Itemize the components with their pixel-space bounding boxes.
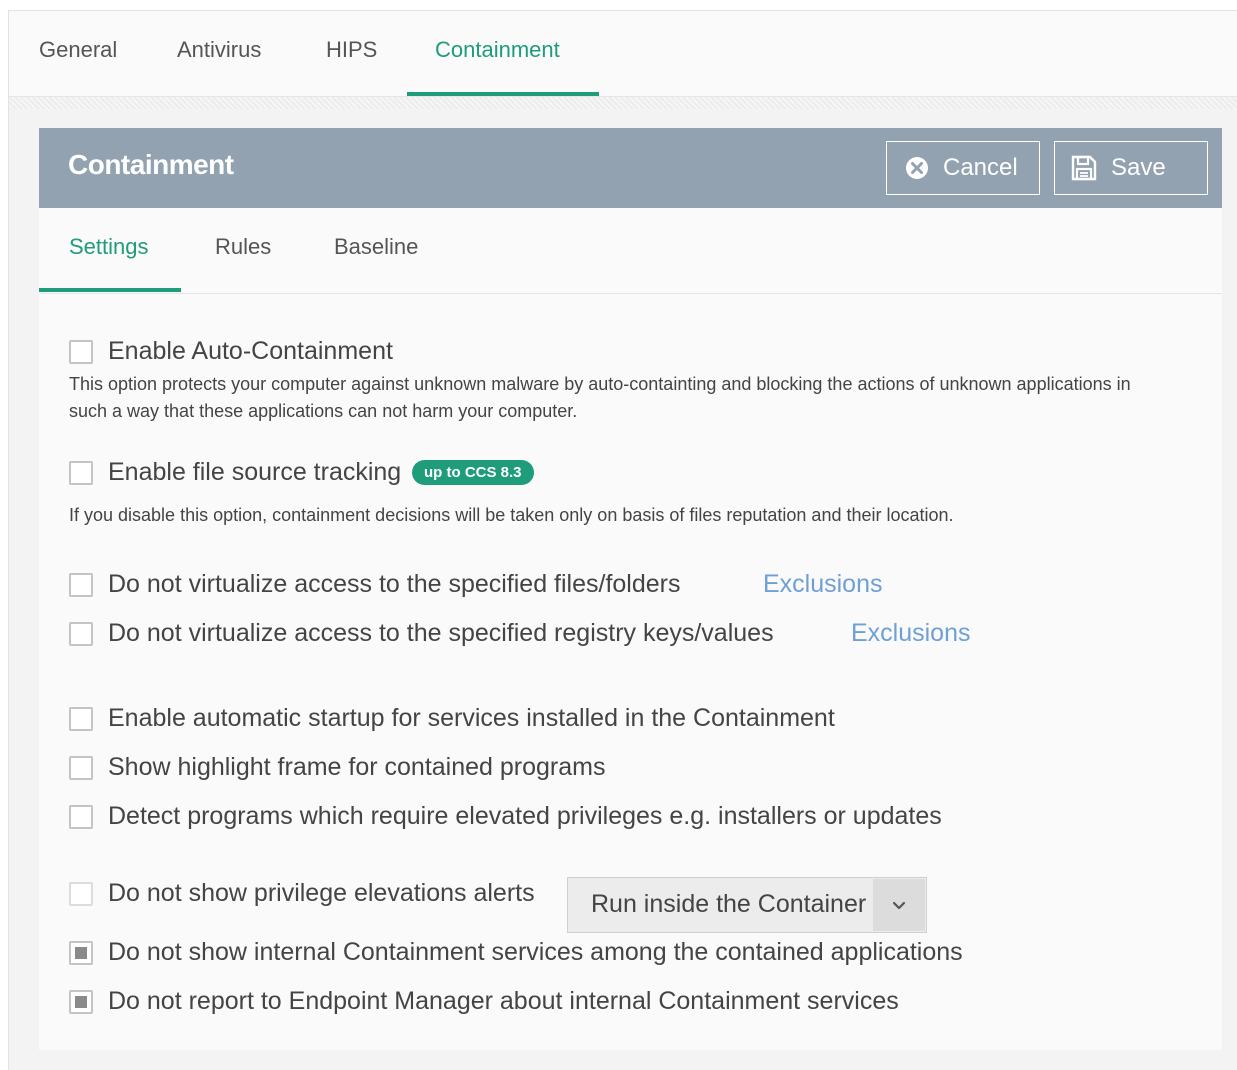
files-exclusions-link[interactable]: Exclusions <box>763 570 883 599</box>
policy-window: General Antivirus HIPS Containment Conta… <box>8 10 1237 1070</box>
privilege-action-value: Run inside the Container <box>591 890 867 918</box>
tab-baseline[interactable]: Baseline <box>334 234 418 260</box>
auto-startup-services-label: Enable automatic startup for services in… <box>108 704 835 732</box>
panel-title: Containment <box>68 149 234 180</box>
no-virtualize-files-checkbox[interactable] <box>69 573 93 597</box>
auto-startup-services-checkbox[interactable] <box>69 707 93 731</box>
save-label: Save <box>1111 154 1166 181</box>
highlight-frame-checkbox[interactable] <box>69 756 93 780</box>
tab-antivirus[interactable]: Antivirus <box>177 37 261 63</box>
auto-containment-label: Enable Auto-Containment <box>108 337 393 365</box>
hide-internal-services-checkbox[interactable] <box>69 941 93 965</box>
auto-containment-checkbox[interactable] <box>69 340 93 364</box>
save-button[interactable]: Save <box>1054 141 1208 195</box>
divider-stripe <box>9 97 1237 109</box>
panel-body: Settings Rules Baseline Enable Auto-Cont… <box>39 208 1222 1050</box>
cancel-button[interactable]: Cancel <box>886 141 1040 195</box>
tab-rules[interactable]: Rules <box>215 234 271 260</box>
no-report-internal-label: Do not report to Endpoint Manager about … <box>108 987 899 1015</box>
no-privilege-alerts-label: Do not show privilege elevations alerts <box>108 879 535 907</box>
no-privilege-alerts-checkbox[interactable] <box>69 882 93 906</box>
no-virtualize-registry-checkbox[interactable] <box>69 622 93 646</box>
floppy-disk-icon <box>1071 155 1097 181</box>
tab-containment[interactable]: Containment <box>435 37 560 63</box>
active-tab-indicator <box>407 92 599 96</box>
no-virtualize-files-label: Do not virtualize access to the specifie… <box>108 570 681 598</box>
file-source-tracking-label: Enable file source tracking <box>108 458 402 486</box>
tab-general[interactable]: General <box>39 37 117 63</box>
file-source-tracking-checkbox[interactable] <box>69 461 93 485</box>
hide-internal-services-label: Do not show internal Containment service… <box>108 938 963 966</box>
registry-exclusions-link[interactable]: Exclusions <box>851 619 971 648</box>
panel-header: Containment Cancel Save <box>39 128 1222 208</box>
detect-elevated-label: Detect programs which require elevated p… <box>108 802 942 830</box>
tab-hips[interactable]: HIPS <box>326 37 377 63</box>
cancel-label: Cancel <box>943 154 1018 181</box>
file-source-tracking-description: If you disable this option, containment … <box>69 505 954 525</box>
no-virtualize-registry-label: Do not virtualize access to the specifie… <box>108 619 774 647</box>
top-tab-bar: General Antivirus HIPS Containment <box>9 11 1237 97</box>
chevron-down-icon[interactable] <box>873 879 925 931</box>
privilege-action-select[interactable]: Run inside the Container <box>567 877 927 933</box>
highlight-frame-label: Show highlight frame for contained progr… <box>108 753 606 781</box>
version-badge: up to CCS 8.3 <box>412 460 534 485</box>
close-circle-icon <box>905 156 929 180</box>
auto-containment-description: This option protects your computer again… <box>69 374 1131 421</box>
no-report-internal-checkbox[interactable] <box>69 990 93 1014</box>
sub-tab-bar: Settings Rules Baseline <box>39 208 1222 294</box>
active-subtab-indicator <box>39 288 181 292</box>
detect-elevated-checkbox[interactable] <box>69 805 93 829</box>
tab-settings[interactable]: Settings <box>69 234 149 260</box>
